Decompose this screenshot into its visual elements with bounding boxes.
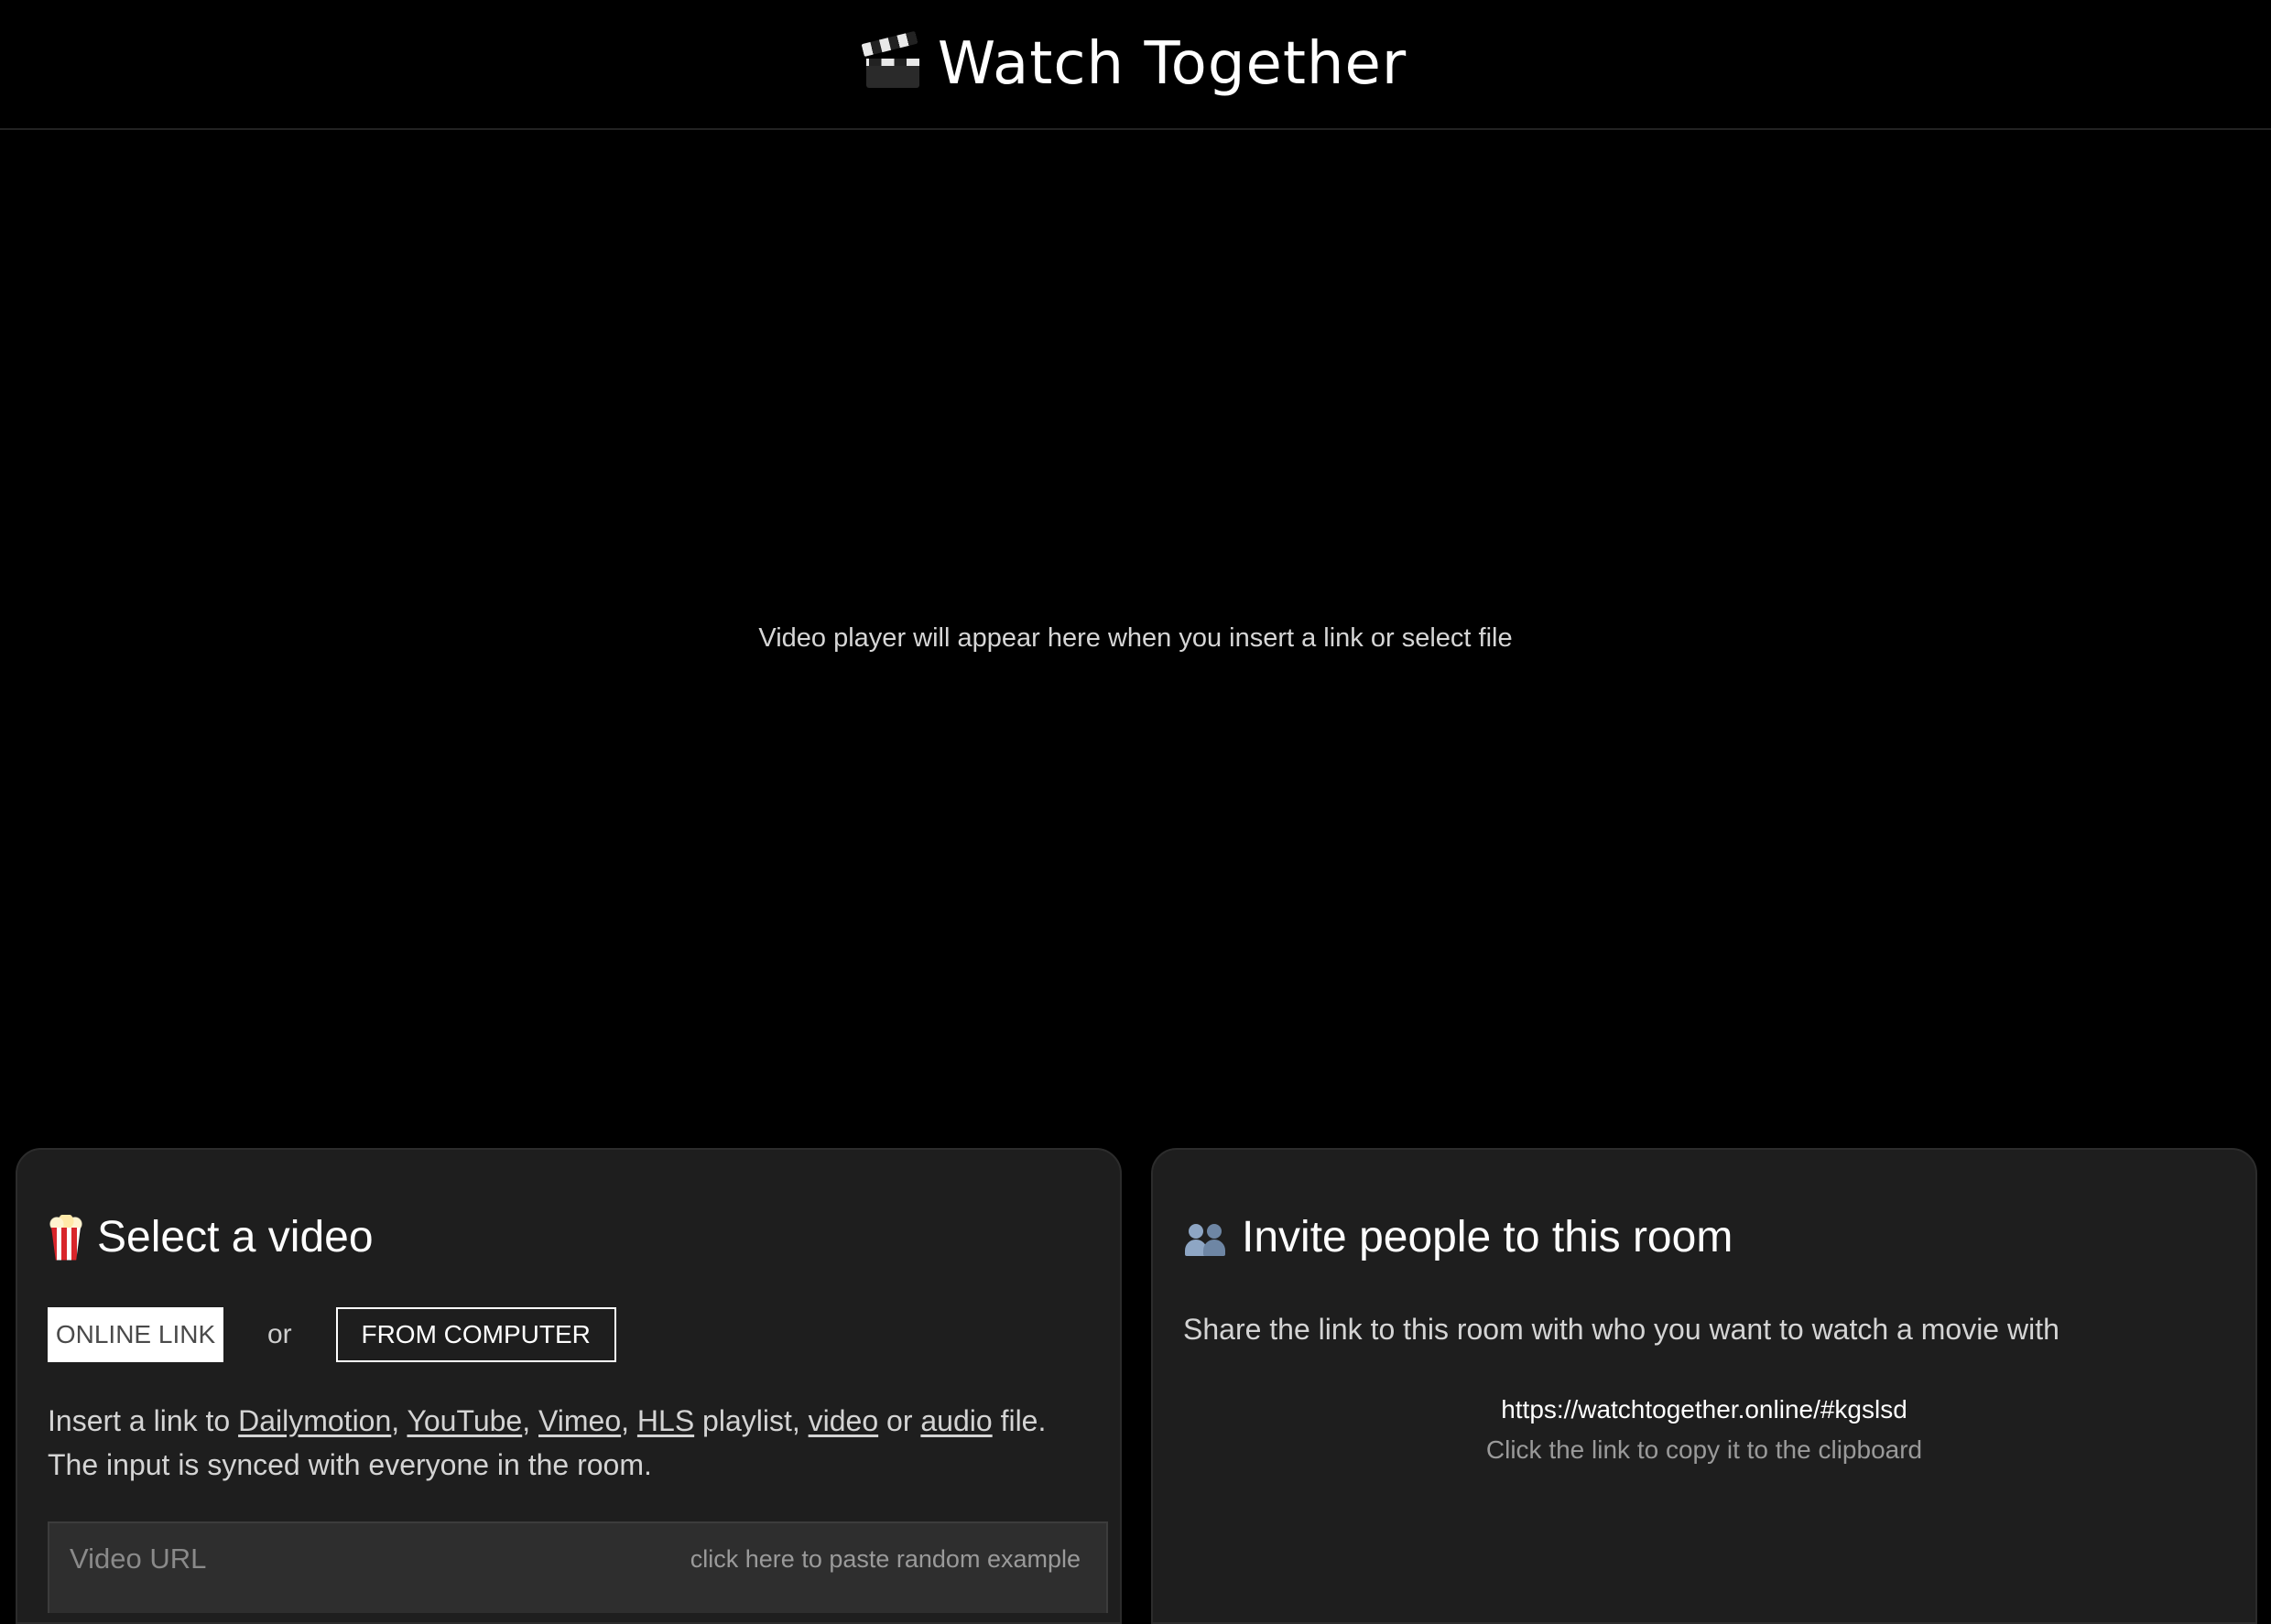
app-header: Watch Together [0, 0, 2271, 130]
vimeo-link[interactable]: Vimeo [538, 1404, 621, 1437]
share-instructions: Share the link to this room with who you… [1183, 1313, 2059, 1346]
invite-panel: Invite people to this room Share the lin… [1151, 1148, 2257, 1624]
app-title-heading: Watch Together [861, 30, 1407, 98]
supported-sources-description: Insert a link to Dailymotion, YouTube, V… [48, 1399, 1110, 1487]
video-url-field-container: click here to paste random example [48, 1521, 1108, 1613]
select-video-panel: Select a video ONLINE LINK or FROM COMPU… [16, 1148, 1122, 1624]
invite-title: Invite people to this room [1242, 1213, 1733, 1261]
clapper-board-icon [861, 30, 921, 90]
people-icon [1183, 1218, 1229, 1257]
desc-text: or [878, 1404, 921, 1437]
popcorn-icon [48, 1214, 84, 1261]
invite-heading: Invite people to this room [1183, 1212, 1733, 1262]
desc-sep: , [522, 1404, 538, 1437]
player-placeholder-text: Video player will appear here when you i… [758, 623, 1513, 653]
source-tabs: ONLINE LINK or FROM COMPUTER [48, 1307, 616, 1362]
room-link[interactable]: https://watchtogether.online/#kgslsd [1501, 1395, 1907, 1424]
audio-file-link[interactable]: audio [920, 1404, 992, 1437]
desc-sep: , [391, 1404, 407, 1437]
select-video-title: Select a video [97, 1213, 374, 1261]
app-title: Watch Together [937, 30, 1407, 98]
youtube-link[interactable]: YouTube [407, 1404, 522, 1437]
video-file-link[interactable]: video [809, 1404, 879, 1437]
room-link-wrapper: https://watchtogether.online/#kgslsd [1153, 1395, 2255, 1424]
desc-text: playlist, [694, 1404, 809, 1437]
select-video-heading: Select a video [48, 1212, 374, 1262]
hls-link[interactable]: HLS [637, 1404, 694, 1437]
from-computer-tab[interactable]: FROM COMPUTER [335, 1307, 616, 1362]
desc-sep: , [621, 1404, 637, 1437]
paste-random-example-link[interactable]: click here to paste random example [690, 1523, 1106, 1595]
sync-note: The input is synced with everyone in the… [48, 1448, 652, 1481]
video-url-input[interactable] [49, 1523, 690, 1595]
dailymotion-link[interactable]: Dailymotion [238, 1404, 391, 1437]
online-link-tab[interactable]: ONLINE LINK [48, 1307, 223, 1362]
video-player-area: Video player will appear here when you i… [0, 132, 2271, 1148]
tab-separator-or: or [267, 1319, 292, 1349]
desc-prefix: Insert a link to [48, 1404, 239, 1437]
copy-hint-text: Click the link to copy it to the clipboa… [1485, 1435, 1923, 1464]
desc-suffix: file. [992, 1404, 1047, 1437]
